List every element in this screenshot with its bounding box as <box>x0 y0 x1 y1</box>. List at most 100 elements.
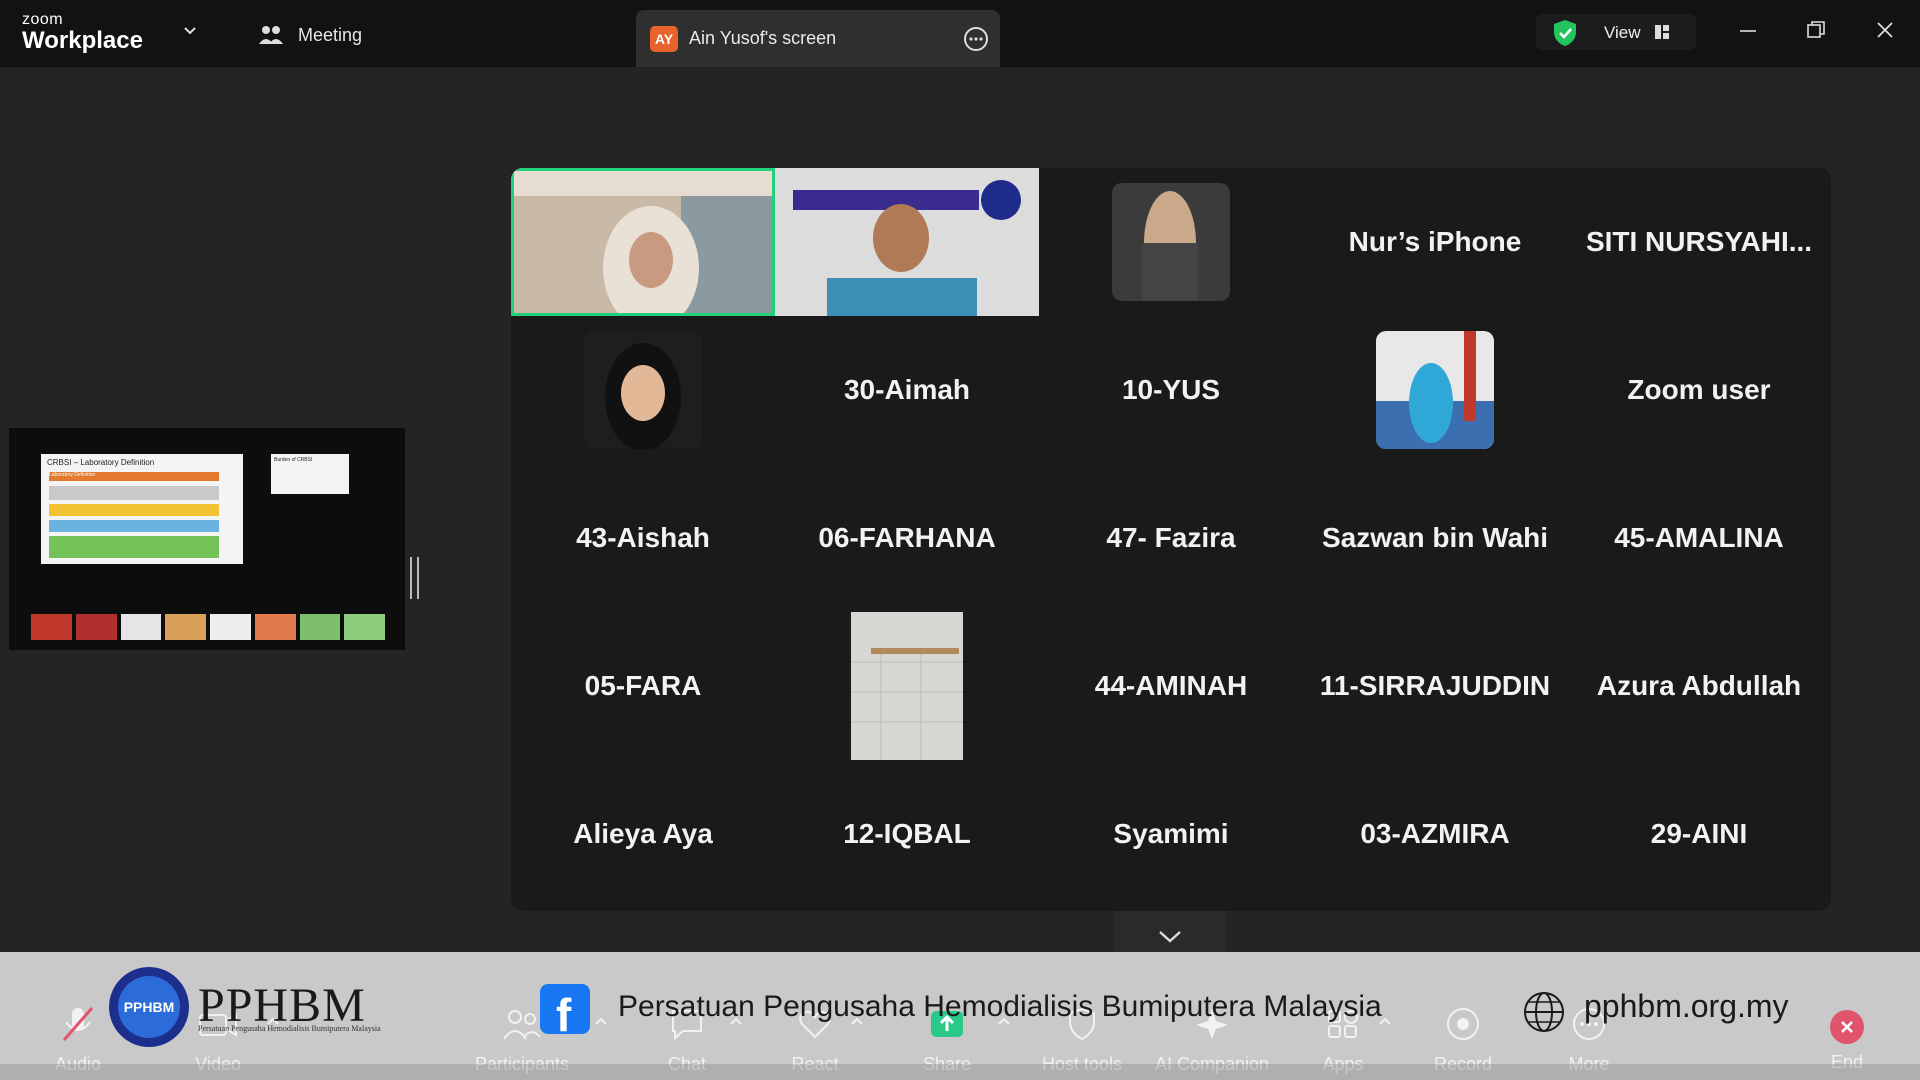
participant-tile[interactable] <box>511 316 775 464</box>
sharer-avatar: AY <box>650 26 678 52</box>
participant-tile[interactable]: 06-FARHANA <box>775 464 1039 612</box>
participant-tile[interactable] <box>1303 316 1567 464</box>
gallery-view: Nur’s iPhone SITI NURSYAHI... 30-Aimah 1… <box>511 168 1831 911</box>
participant-name: 12-IQBAL <box>843 818 971 849</box>
participant-photo <box>1112 183 1230 301</box>
participant-name: 11-SIRRAJUDDIN <box>1319 670 1551 701</box>
panel-resize-handle[interactable] <box>410 557 419 599</box>
participant-tile[interactable]: 30-Aimah <box>775 316 1039 464</box>
participant-tile[interactable]: Azura Abdullah <box>1567 612 1831 760</box>
slide-thumbnail[interactable] <box>75 614 117 640</box>
banner-org-name: Persatuan Pengusaha Hemodialisis Bumiput… <box>618 990 1382 1023</box>
participant-name: 43-Aishah <box>576 522 710 553</box>
participant-name: Azura Abdullah <box>1596 670 1802 701</box>
participant-tile[interactable]: 29-AINI <box>1567 760 1831 908</box>
globe-icon <box>1524 992 1564 1032</box>
pphbm-logo: PPHBM <box>109 967 189 1047</box>
participant-name: 45-AMALINA <box>1614 522 1784 553</box>
facebook-icon: f <box>540 984 590 1041</box>
restore-icon[interactable] <box>1806 20 1826 40</box>
view-button[interactable]: View <box>1604 23 1641 43</box>
banner-subtitle: Persatuan Pengusaha Hemodialisis Bumiput… <box>198 1024 381 1033</box>
banner-website: pphbm.org.my <box>1584 988 1789 1024</box>
participant-photo <box>1376 331 1494 449</box>
slide-preview: CRBSI – Laboratory Definition Laboratory… <box>41 454 243 564</box>
view-controls: View <box>1536 14 1696 50</box>
participant-video-feed <box>775 168 1039 316</box>
participant-tile[interactable] <box>1039 168 1303 316</box>
participant-tile[interactable]: 12-IQBAL <box>775 760 1039 908</box>
participant-tile[interactable]: Sazwan bin Wahi <box>1303 464 1567 612</box>
brand-workplace: Workplace <box>22 27 143 54</box>
participant-tile[interactable]: 43-Aishah <box>511 464 775 612</box>
participant-video-active[interactable] <box>511 168 775 316</box>
facebook-glyph: f <box>556 989 572 1041</box>
participant-tile[interactable]: 47- Fazira <box>1039 464 1303 612</box>
chevron-down-icon[interactable] <box>182 24 198 38</box>
participant-name: 05-FARA <box>584 670 702 701</box>
participant-name: SITI NURSYAHI... <box>1585 226 1813 257</box>
participant-tile[interactable]: 44-AMINAH <box>1039 612 1303 760</box>
more-options-icon[interactable] <box>962 25 990 53</box>
participant-name: Alieya Aya <box>573 818 713 849</box>
record-icon <box>1447 1008 1479 1040</box>
participant-name: 47- Fazira <box>1106 522 1236 553</box>
participant-photo <box>851 612 963 760</box>
participant-tile[interactable]: 11-SIRRAJUDDIN <box>1303 612 1567 760</box>
slide-row <box>49 520 219 532</box>
slide-thumbnail[interactable] <box>299 614 341 640</box>
next-slide-preview: Burden of CRBSI <box>271 454 349 494</box>
slide-thumbnail[interactable] <box>31 614 72 640</box>
participant-tile[interactable] <box>775 612 1039 760</box>
participant-tile[interactable]: 10-YUS <box>1039 316 1303 464</box>
gallery-view-icon[interactable] <box>1654 24 1670 40</box>
participant-tile[interactable]: Zoom user <box>1567 316 1831 464</box>
slide-header: Laboratory Definition <box>49 472 219 481</box>
participant-name: 44-AMINAH <box>1094 670 1248 701</box>
share-tab-label: Ain Yusof's screen <box>689 28 837 48</box>
shared-screen-thumbnail[interactable]: CRBSI – Laboratory Definition Laboratory… <box>9 428 405 650</box>
slide-row <box>49 504 219 516</box>
slide-title: CRBSI – Laboratory Definition <box>47 458 155 467</box>
share-tab[interactable]: AY Ain Yusof's screen <box>636 10 1000 67</box>
chevron-down-icon <box>1159 931 1181 943</box>
logo-text: PPHBM <box>124 999 175 1015</box>
microphone-muted-icon <box>62 1007 94 1041</box>
meeting-label: Meeting <box>298 24 363 45</box>
participant-tile[interactable]: SITI NURSYAHI... <box>1567 168 1831 316</box>
end-meeting-icon[interactable] <box>1830 1010 1864 1044</box>
participant-name: 30-Aimah <box>843 374 971 405</box>
participant-name: Sazwan bin Wahi <box>1321 522 1549 553</box>
brand-zoom: zoom <box>22 11 64 28</box>
slide-thumbnail[interactable] <box>344 614 385 640</box>
participant-tile[interactable]: 03-AZMIRA <box>1303 760 1567 908</box>
slide-thumbnail[interactable] <box>165 614 206 640</box>
slide-thumbnail[interactable] <box>120 614 162 640</box>
participant-tile[interactable]: Syamimi <box>1039 760 1303 908</box>
close-icon[interactable] <box>1875 20 1895 40</box>
chevron-up-icon[interactable] <box>594 1016 608 1026</box>
minimize-icon[interactable] <box>1738 20 1758 40</box>
slide-strip <box>31 614 385 640</box>
participant-tile[interactable]: Nur’s iPhone <box>1303 168 1567 316</box>
participants-icon <box>503 1010 541 1040</box>
meeting-menu[interactable]: Meeting <box>258 24 362 46</box>
participant-tile[interactable]: 05-FARA <box>511 612 775 760</box>
security-shield-icon[interactable] <box>1550 18 1580 48</box>
bottom-strip <box>0 1064 1920 1080</box>
title-bar: zoom Workplace Meeting AY Ain Yusof's sc… <box>0 0 1920 67</box>
slide-row <box>49 536 219 558</box>
participant-tile[interactable]: Alieya Aya <box>511 760 775 908</box>
slide-thumbnail[interactable] <box>210 614 251 640</box>
participant-name: 10-YUS <box>1121 374 1221 405</box>
participant-tile[interactable]: 45-AMALINA <box>1567 464 1831 612</box>
participant-name: Syamimi <box>1113 818 1229 849</box>
participant-name: Nur’s iPhone <box>1348 226 1522 257</box>
slide-thumbnail[interactable] <box>254 614 296 640</box>
participant-name: 29-AINI <box>1650 818 1748 849</box>
participant-photo <box>584 331 702 449</box>
participant-video-feed <box>511 168 775 316</box>
participant-name: Zoom user <box>1627 374 1771 405</box>
participant-video[interactable] <box>775 168 1039 316</box>
participants-group-icon <box>259 26 283 44</box>
